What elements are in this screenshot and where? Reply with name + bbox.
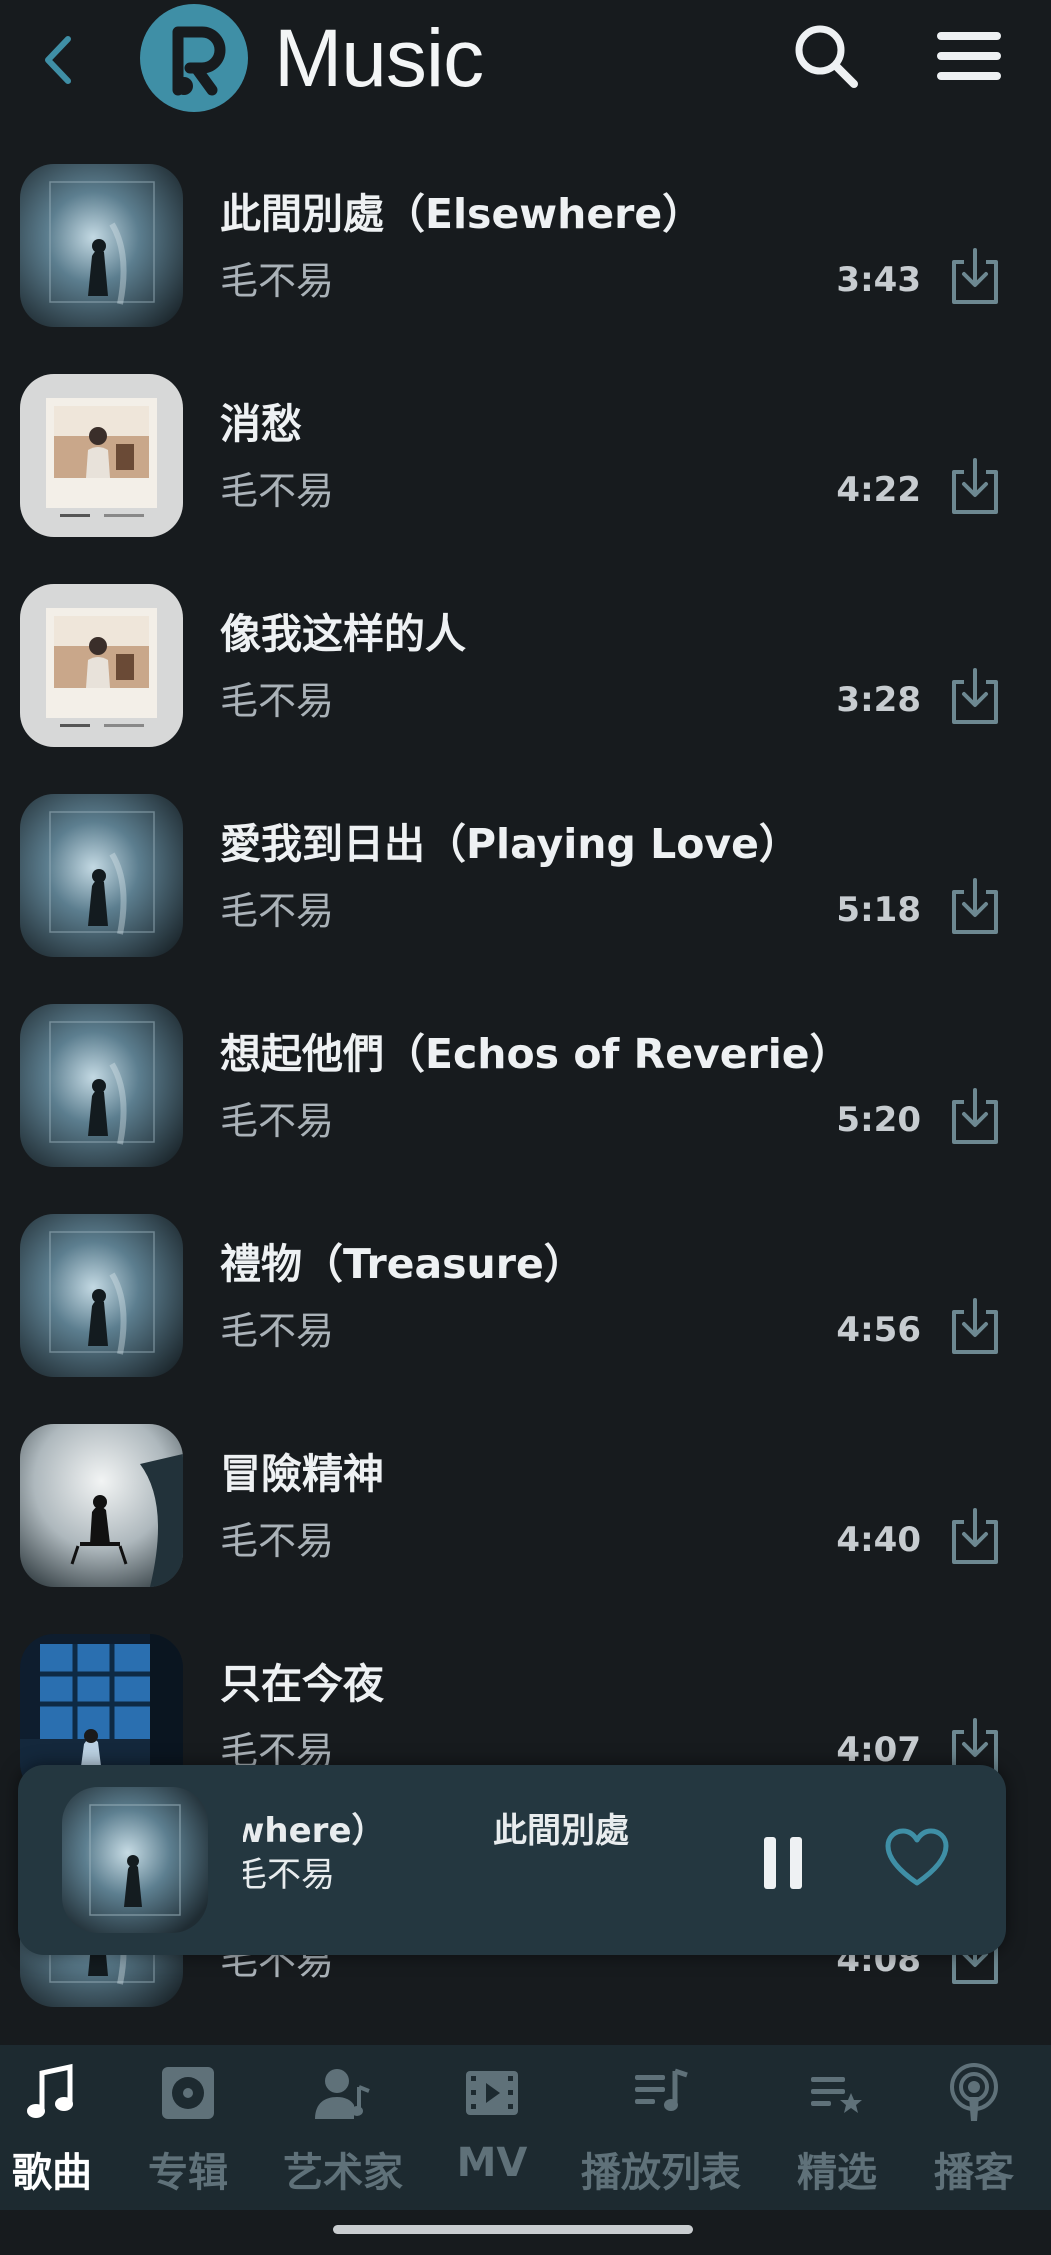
mini-player[interactable]: where） 此間別處 毛不易 <box>18 1765 1006 1955</box>
favorite-button[interactable] <box>884 1827 950 1889</box>
song-duration: 3:43 <box>836 260 921 300</box>
playlist-icon <box>635 2068 688 2111</box>
chevron-left-icon <box>45 36 71 84</box>
song-row[interactable]: 此間別處（Elsewhere） 毛不易 3:43 <box>0 160 1051 330</box>
download-icon <box>952 1298 998 1354</box>
music-logo-icon <box>138 2 250 114</box>
now-playing-title: 此間別處 <box>493 1811 629 1851</box>
back-button[interactable] <box>30 25 90 95</box>
download-button[interactable] <box>948 1086 1002 1146</box>
download-icon <box>952 248 998 304</box>
now-playing-artist: 毛不易 <box>243 1855 335 1895</box>
now-playing-title-tail: where） <box>243 1811 386 1851</box>
song-row[interactable]: 冒險精神毛不易 4:40 <box>0 1420 1051 1590</box>
song-title: 此間別處（Elsewhere） <box>220 190 704 238</box>
now-playing-info[interactable]: where） 此間別處 毛不易 <box>243 1795 673 1935</box>
search-icon <box>795 25 858 88</box>
song-title: 像我这样的人 <box>220 610 466 658</box>
download-button[interactable] <box>948 876 1002 936</box>
song-row[interactable]: 像我这样的人毛不易 3:28 <box>0 580 1051 750</box>
download-button[interactable] <box>948 1506 1002 1566</box>
now-playing-cover[interactable] <box>62 1787 208 1933</box>
tab-albums[interactable]: 专辑 <box>118 2045 258 2210</box>
song-title: 禮物（Treasure） <box>220 1240 585 1288</box>
album-cover[interactable] <box>20 794 183 957</box>
download-button[interactable] <box>948 456 1002 516</box>
album-cover[interactable] <box>20 1214 183 1377</box>
download-button[interactable] <box>948 666 1002 726</box>
artist-person-icon <box>315 2069 370 2119</box>
song-duration: 3:28 <box>836 680 921 720</box>
download-button[interactable] <box>948 246 1002 306</box>
song-artist: 毛不易 <box>220 469 335 513</box>
tab-label: 专辑 <box>148 2150 228 2196</box>
tab-label: 精选 <box>797 2150 877 2196</box>
song-row[interactable]: 消愁毛不易 4:22 <box>0 370 1051 540</box>
album-cover[interactable] <box>20 1004 183 1167</box>
tab-songs[interactable]: 歌曲 <box>0 2045 104 2210</box>
song-row[interactable]: 想起他們（Echos of Reverie） 毛不易 5:20 <box>0 1000 1051 1170</box>
album-cover[interactable] <box>20 584 183 747</box>
home-indicator[interactable] <box>333 2225 693 2234</box>
pause-icon <box>764 1837 802 1889</box>
song-title: 想起他們（Echos of Reverie） <box>220 1030 851 1078</box>
download-icon <box>952 1508 998 1564</box>
tab-playlists[interactable]: 播放列表 <box>566 2045 756 2210</box>
podcast-icon <box>950 2063 998 2121</box>
song-row[interactable]: 禮物（Treasure） 毛不易 4:56 <box>0 1210 1051 1380</box>
song-duration: 4:22 <box>836 470 921 510</box>
song-artist: 毛不易 <box>220 679 335 723</box>
tab-label: 艺术家 <box>283 2150 403 2196</box>
hamburger-menu-icon <box>937 32 1001 80</box>
song-title: 只在今夜 <box>220 1660 384 1708</box>
download-icon <box>952 668 998 724</box>
song-title: 愛我到日出（Playing Love） <box>220 820 800 868</box>
song-duration: 5:20 <box>836 1100 921 1140</box>
album-cover[interactable] <box>20 374 183 537</box>
download-button[interactable] <box>948 1296 1002 1356</box>
tab-label: 播客 <box>934 2150 1014 2196</box>
music-note-icon <box>27 2063 73 2118</box>
tab-label: MV <box>456 2140 528 2186</box>
download-icon <box>952 458 998 514</box>
tab-label: 歌曲 <box>12 2150 92 2196</box>
app-title: Music <box>274 13 484 104</box>
tab-featured[interactable]: 精选 <box>770 2045 904 2210</box>
video-film-icon <box>466 2071 518 2115</box>
song-artist: 毛不易 <box>220 889 335 933</box>
tab-label: 播放列表 <box>581 2150 741 2196</box>
song-artist: 毛不易 <box>220 1519 335 1563</box>
song-duration: 4:40 <box>836 1520 921 1560</box>
pause-button[interactable] <box>760 1833 806 1893</box>
song-duration: 5:18 <box>836 890 921 930</box>
song-title: 消愁 <box>220 400 302 448</box>
search-button[interactable] <box>790 20 862 92</box>
song-artist: 毛不易 <box>220 1309 335 1353</box>
song-artist: 毛不易 <box>220 1099 335 1143</box>
heart-outline-icon <box>885 1828 949 1886</box>
album-cover[interactable] <box>20 1424 183 1587</box>
song-duration: 4:56 <box>836 1310 921 1350</box>
featured-star-list-icon <box>811 2077 862 2113</box>
bottom-navigation: 歌曲 专辑 艺术家 MV 播放列表 精选 播客 <box>0 2045 1051 2210</box>
tab-mv[interactable]: MV <box>432 2045 552 2210</box>
download-icon <box>952 878 998 934</box>
download-icon <box>952 1088 998 1144</box>
tab-artists[interactable]: 艺术家 <box>268 2045 418 2210</box>
menu-button[interactable] <box>935 30 1003 82</box>
song-title: 冒險精神 <box>220 1450 384 1498</box>
song-row[interactable]: 愛我到日出（Playing Love） 毛不易 5:18 <box>0 790 1051 960</box>
tab-podcasts[interactable]: 播客 <box>914 2045 1034 2210</box>
album-cover[interactable] <box>20 164 183 327</box>
album-disc-icon <box>162 2067 214 2119</box>
app-header: Music <box>0 0 1051 130</box>
song-duration: 4:07 <box>836 1730 921 1770</box>
song-artist: 毛不易 <box>220 259 335 303</box>
